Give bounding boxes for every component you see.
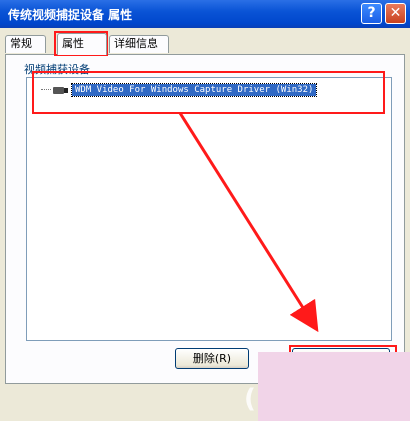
tab-properties[interactable]: 属性 <box>57 33 107 55</box>
watermark-logo: ( <box>244 384 256 414</box>
watermark-overlay <box>258 352 410 421</box>
